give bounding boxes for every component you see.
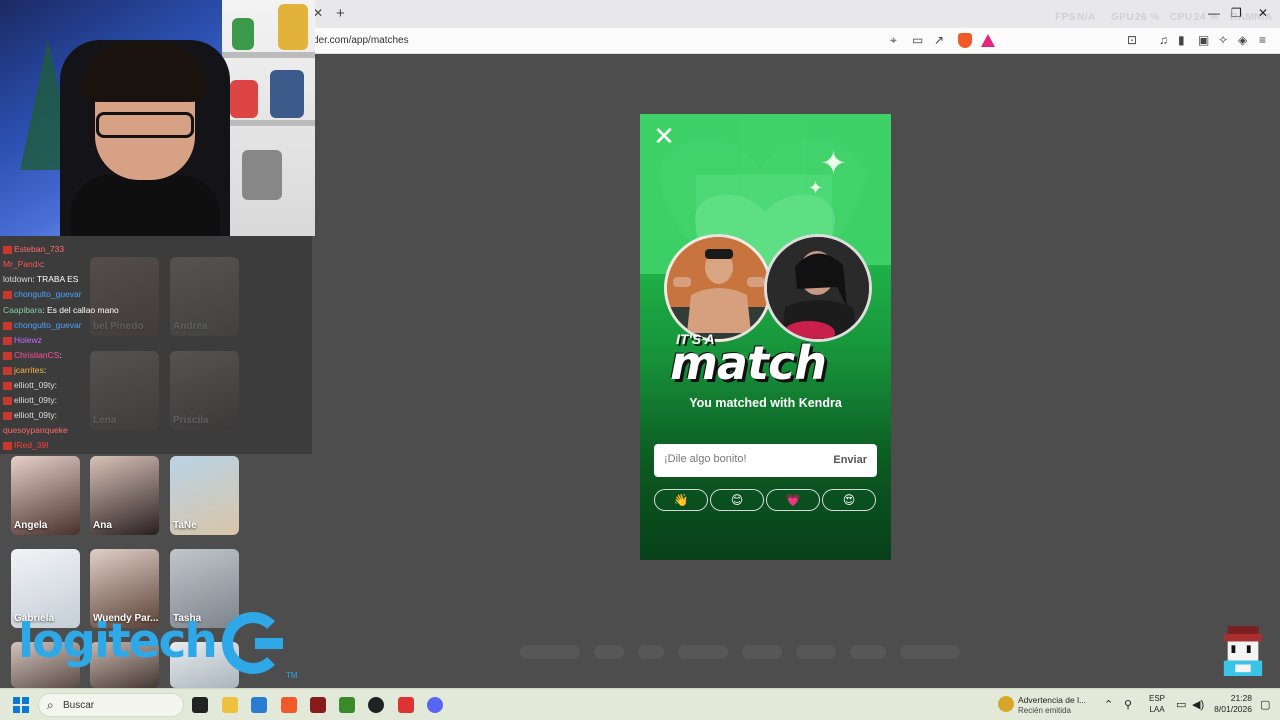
logitech-g-bar	[255, 638, 283, 649]
wave-emoji-button[interactable]: 👋	[654, 489, 708, 511]
cast-icon[interactable]: ▭	[912, 33, 923, 47]
store-icon[interactable]	[251, 697, 267, 713]
minecraft-icon[interactable]	[339, 697, 355, 713]
perf-cpu-label: CPU	[1170, 12, 1193, 23]
send-button[interactable]: Enviar	[833, 454, 867, 466]
chat-line: Mr_Pandx:	[3, 259, 45, 269]
chevron-up-icon[interactable]: ⌃	[1104, 698, 1113, 711]
chat-line: elliott_09ty:	[3, 380, 57, 390]
menu-icon[interactable]: ≡	[1259, 33, 1266, 47]
streamer-torso	[70, 175, 220, 236]
new-tab-button[interactable]: +	[336, 5, 345, 22]
wallet-icon[interactable]: ▣	[1198, 33, 1209, 47]
chat-line: chongulto_guevar	[3, 289, 82, 299]
matched-with-text: You matched with Kendra	[689, 396, 842, 410]
extensions-icon[interactable]: ✧	[1218, 33, 1228, 47]
match-modal: ✦ ✦ ✕ IT'S A match You matched with Kend…	[640, 114, 891, 560]
restore-icon[interactable]: ❐	[1231, 6, 1242, 20]
notification-toast[interactable]: Advertencia de l... Recién emitida	[996, 692, 1088, 718]
windows-taskbar: ⌕ Buscar Advertencia de l... Recién emit…	[0, 688, 1280, 720]
discord-icon[interactable]	[427, 697, 443, 713]
display-icon[interactable]: ▭	[1176, 698, 1186, 711]
sparkle-icon: ✦	[820, 145, 847, 181]
chat-line: Holewz	[3, 335, 42, 345]
reader-icon[interactable]: ▮	[1178, 33, 1185, 47]
message-input[interactable]	[664, 453, 824, 465]
heart-eyes-emoji-button[interactable]: 😍	[822, 489, 876, 511]
search-icon: ⌕	[47, 698, 54, 712]
match-card[interactable]: TaNe	[170, 456, 239, 535]
match-card[interactable]: Ana	[90, 456, 159, 535]
brave-browser-icon[interactable]	[281, 697, 297, 713]
logitech-trademark: TM	[286, 671, 298, 680]
chat-line: IRed_39I	[3, 440, 49, 450]
system-clock[interactable]: 21:28 8/01/2026	[1212, 693, 1252, 715]
location-icon[interactable]: ⌖	[890, 33, 897, 48]
brave-shields-icon[interactable]	[958, 33, 972, 48]
warning-icon	[998, 696, 1014, 712]
chat-line: jcarrites:	[3, 365, 46, 375]
music-icon[interactable]: ♫	[1159, 33, 1168, 47]
webcam-feed	[0, 0, 315, 236]
stream-chat-overlay: Esteban_733 Mr_Pandx: lotdown: TRABA ES …	[0, 236, 312, 454]
language-indicator[interactable]: ESP LAA	[1149, 693, 1165, 715]
vpn-icon[interactable]: ◈	[1238, 33, 1247, 47]
start-button[interactable]	[13, 697, 29, 713]
chat-line: ChristianCS:	[3, 350, 62, 360]
volume-icon[interactable]: ◀)	[1192, 698, 1204, 711]
url-text[interactable]: der.com/app/matches	[313, 35, 409, 46]
perf-gpu-label: GPU	[1111, 12, 1135, 23]
smile-emoji-button[interactable]: 😊	[710, 489, 764, 511]
chat-line: chongulto_guevar	[3, 320, 82, 330]
message-box: Enviar	[654, 444, 877, 477]
sidebar-panel-icon[interactable]: ⊡	[1127, 33, 1137, 47]
logitech-logo: logitech	[18, 614, 218, 669]
chat-line: Caapibara: Es del callao mano	[3, 305, 119, 315]
task-view-icon[interactable]	[192, 697, 208, 713]
taskbar-search[interactable]: ⌕ Buscar	[38, 693, 184, 717]
brave-rewards-icon[interactable]	[981, 34, 995, 47]
perf-gpu-value: 26 %	[1135, 12, 1160, 23]
emoji-quick-replies: 👋 😊 💗 😍	[654, 489, 878, 511]
chat-line: elliott_09ty:	[3, 410, 57, 420]
chat-line: lotdown: TRABA ES	[3, 274, 79, 284]
file-explorer-icon[interactable]	[222, 697, 238, 713]
minimize-icon[interactable]: —	[1208, 6, 1220, 20]
app-icon[interactable]	[310, 697, 326, 713]
perf-fps-value: N/A	[1077, 12, 1096, 23]
app-icon[interactable]	[398, 697, 414, 713]
perf-fps-label: FPS	[1055, 12, 1076, 23]
network-tray-icon[interactable]: ⚲	[1124, 698, 1132, 711]
sparkle-icon: ✦	[808, 178, 824, 198]
obs-icon[interactable]	[368, 697, 384, 713]
heart-emoji-button[interactable]: 💗	[766, 489, 820, 511]
share-icon[interactable]: ↗	[934, 33, 944, 47]
pixel-avatar-icon	[1223, 626, 1263, 676]
match-card[interactable]: Angela	[11, 456, 80, 535]
chat-line: quesoypanqueke	[3, 425, 68, 435]
notifications-icon[interactable]: ▢	[1260, 698, 1270, 711]
chat-line: elliott_09ty:	[3, 395, 57, 405]
streamer-glasses	[96, 112, 194, 138]
chat-line: Esteban_733	[3, 244, 64, 254]
toy-shelf	[222, 0, 315, 236]
close-window-icon[interactable]: ✕	[1258, 6, 1268, 20]
match-title: match	[670, 336, 827, 390]
streamer-hair	[82, 42, 206, 102]
faded-footer-links	[520, 645, 1040, 661]
match-avatar	[764, 234, 872, 342]
close-modal-button[interactable]: ✕	[652, 123, 676, 149]
user-avatar	[664, 234, 772, 342]
